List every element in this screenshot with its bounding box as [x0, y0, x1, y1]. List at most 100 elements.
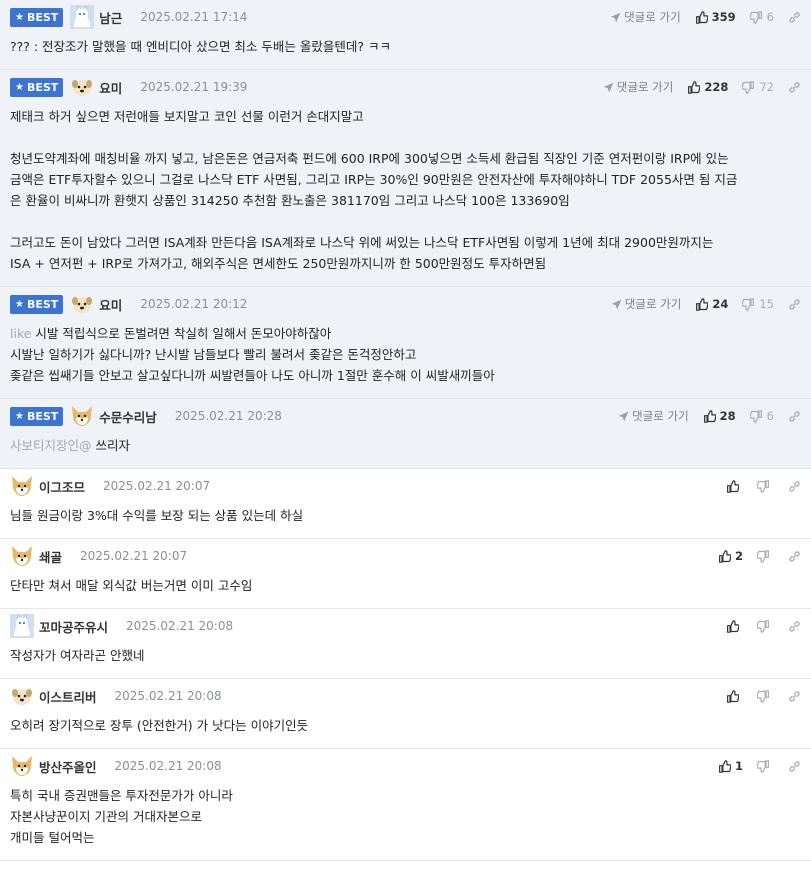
fox-avatar[interactable]: [70, 404, 94, 428]
comment-date: 2025.02.21 20:08: [126, 619, 234, 633]
dog-avatar[interactable]: [70, 292, 94, 316]
cat-avatar[interactable]: [70, 5, 95, 29]
share-link-button[interactable]: [788, 11, 801, 24]
cat-avatar[interactable]: [10, 614, 34, 638]
comment-date: 2025.02.21 20:08: [114, 689, 222, 703]
comment-line: 님들 원금이랑 3%대 수익를 보장 되는 상품 있는데 하실: [10, 505, 801, 526]
like-button[interactable]: 1: [718, 759, 743, 773]
thumbs-down-icon: [742, 297, 755, 311]
comment-text: 쓰리자: [95, 438, 131, 453]
comment-line: 시발난 일하기가 싫다니까? 난시발 남들보다 빨리 불려서 좆같은 돈걱정안하…: [10, 344, 801, 365]
nickname[interactable]: 이스트리버: [39, 687, 97, 706]
dislike-button[interactable]: 72: [742, 80, 774, 94]
share-link-button[interactable]: [788, 690, 801, 703]
like-button[interactable]: 2: [718, 549, 743, 563]
like-button[interactable]: 228: [687, 80, 728, 94]
share-link-button[interactable]: [788, 410, 801, 423]
like-count: 28: [719, 409, 736, 423]
comment-actions: 댓글로 가기 359 6: [610, 0, 801, 34]
like-button[interactable]: [726, 479, 743, 493]
go-to-reply-link[interactable]: 댓글로 가기: [603, 79, 673, 95]
go-to-reply-label: 댓글로 가기: [632, 409, 689, 423]
like-button[interactable]: 359: [695, 10, 736, 24]
nickname[interactable]: 요미: [99, 78, 122, 97]
comment-line: 좆같은 씹쌔기들 안보고 살고싶다니까 씨발련들아 나도 아니까 1절만 훈수해…: [10, 365, 801, 386]
comment: 방산주올인 2025.02.21 20:08 1 특히 국내 증권맨들은 투자전문가가…: [0, 749, 811, 861]
share-link-button[interactable]: [788, 620, 801, 633]
fox-avatar[interactable]: [10, 544, 34, 568]
thumbs-up-icon: [726, 619, 739, 633]
share-link-button[interactable]: [788, 550, 801, 563]
comment-body: 오히려 장기적으로 장투 (안전한거) 가 낫다는 이야기인듯: [10, 713, 801, 748]
comment-text: 단타만 쳐서 매달 외식값 버는거면 이미 고수임: [10, 578, 253, 593]
comment-text: 시발난 일하기가 싫다니까? 난시발 남들보다 빨리 불려서 좆같은 돈걱정안하…: [10, 347, 417, 362]
nickname[interactable]: 이그조므: [39, 477, 85, 496]
best-badge: ★ BEST: [10, 406, 64, 426]
dislike-button[interactable]: 6: [749, 10, 774, 24]
like-button[interactable]: 28: [703, 409, 736, 423]
thumbs-down-icon: [757, 549, 770, 563]
dislike-button[interactable]: [757, 619, 774, 633]
comment-body: 사보티지장인@ 쓰리자: [10, 433, 801, 468]
nickname[interactable]: 방산주올인: [39, 757, 97, 776]
comment-line: 제태크 하거 싶으면 저런애들 보지말고 코인 선물 이런거 손대지말고: [10, 106, 801, 127]
like-button[interactable]: [726, 619, 743, 633]
best-comment: ★ BEST 남근 2025.02.21 17:14 댓글로 가기 359 6 ??? : 전…: [0, 0, 811, 70]
like-button[interactable]: [726, 689, 743, 703]
nickname[interactable]: 꼬마공주유시: [39, 617, 108, 636]
comment-text: 개미들 털어먹는: [10, 830, 95, 845]
go-to-reply-link[interactable]: 댓글로 가기: [610, 9, 681, 25]
share-link-button[interactable]: [788, 81, 801, 94]
thumbs-up-icon: [695, 10, 708, 24]
comment-text: 자본사냥꾼이지 기관의 거대자본으로: [10, 809, 202, 824]
like-button[interactable]: 24: [695, 297, 728, 311]
thumbs-down-icon: [757, 619, 770, 633]
dog-avatar[interactable]: [10, 684, 34, 708]
go-to-reply-link[interactable]: 댓글로 가기: [618, 408, 689, 424]
dislike-button[interactable]: [757, 479, 774, 493]
dislike-button[interactable]: 15: [742, 297, 774, 311]
comment-actions: 댓글로 가기 228 72: [603, 70, 801, 104]
dislike-button[interactable]: [757, 689, 774, 703]
dislike-button[interactable]: 6: [749, 409, 774, 423]
comment-line: like 시발 적립식으로 돈벌려면 착실히 일해서 돈모아야하잖아: [10, 323, 801, 344]
link-icon: [788, 690, 801, 703]
nickname[interactable]: 남근: [99, 8, 122, 27]
nickname[interactable]: 쇄골: [39, 547, 62, 566]
like-count: 359: [711, 10, 736, 24]
dislike-button[interactable]: [757, 549, 774, 563]
fox-avatar[interactable]: [10, 754, 34, 778]
comment: 이스트리버 2025.02.21 20:08 오히려 장기적으로 장투 (안전한거)…: [0, 679, 811, 749]
go-to-reply-link[interactable]: 댓글로 가기: [611, 296, 681, 312]
dog-avatar[interactable]: [70, 75, 94, 99]
comment-line: 작성자가 여자라곤 안했네: [10, 645, 801, 666]
comment-date: 2025.02.21 20:07: [103, 479, 211, 493]
share-link-button[interactable]: [788, 760, 801, 773]
share-link-button[interactable]: [788, 298, 801, 311]
thumbs-up-icon: [718, 549, 731, 563]
comment-line: 특히 국내 증권맨들은 투자전문가가 아니라: [10, 785, 801, 806]
like-count: 1: [734, 759, 743, 773]
comment: 이그조므 2025.02.21 20:07 님들 원금이랑 3%대 수익를 보장 되…: [0, 469, 811, 539]
reply-reference[interactable]: 사보티지장인@: [10, 438, 92, 453]
thumbs-down-icon: [749, 409, 763, 423]
comment-text: 시발 적립식으로 돈벌려면 착실히 일해서 돈모아야하잖아: [35, 326, 332, 341]
comment-body: like 시발 적립식으로 돈벌려면 착실히 일해서 돈모아야하잖아시발난 일하…: [10, 321, 801, 398]
comment-line: ??? : 전장조가 말했을 때 엔비디아 샀으면 최소 두배는 올랐을텐데? …: [10, 36, 801, 57]
link-icon: [788, 760, 801, 773]
nickname[interactable]: 수문수리남: [99, 407, 157, 426]
share-link-button[interactable]: [788, 480, 801, 493]
comment-actions: [726, 469, 801, 503]
dislike-button[interactable]: [757, 759, 774, 773]
best-comment: ★ BEST 수문수리남 2025.02.21 20:28 댓글로 가기 28 6 사보티지장…: [0, 399, 811, 469]
comment-line: 개미들 털어먹는: [10, 827, 801, 848]
fox-avatar[interactable]: [10, 474, 34, 498]
comment-actions: 1: [718, 749, 801, 783]
thumbs-down-icon: [757, 479, 770, 493]
link-icon: [788, 620, 801, 633]
best-label: BEST: [26, 297, 59, 311]
thumbs-up-icon: [726, 689, 739, 703]
reply-reference[interactable]: like: [10, 326, 31, 341]
nickname[interactable]: 요미: [99, 295, 122, 314]
link-icon: [788, 81, 801, 94]
